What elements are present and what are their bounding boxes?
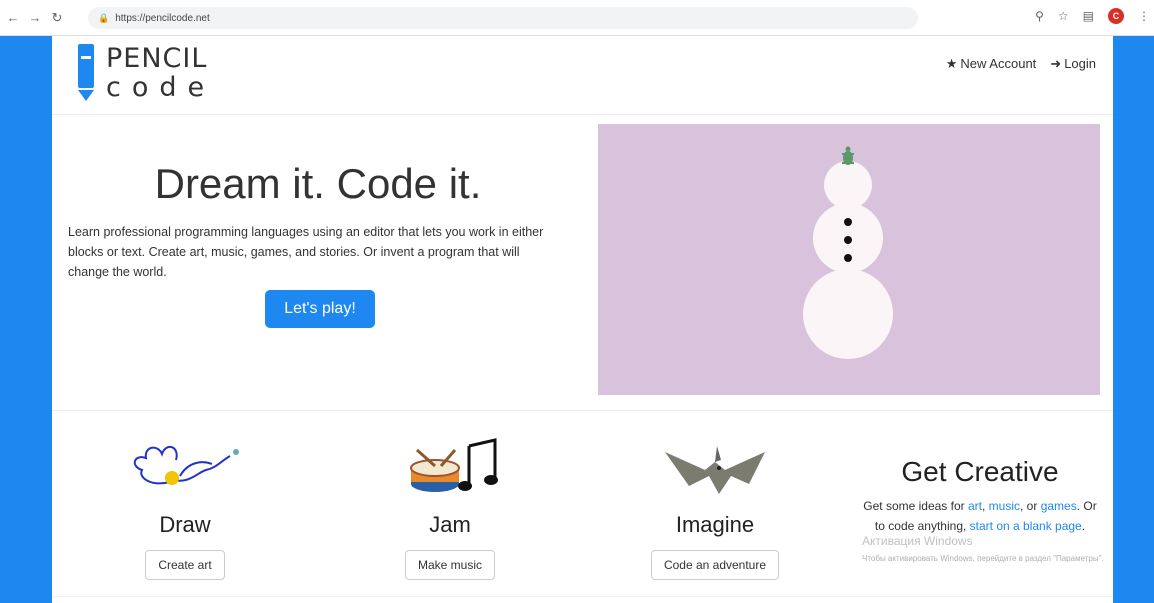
blank-page-link[interactable]: start on a blank page xyxy=(970,519,1082,533)
header-divider xyxy=(52,114,1113,115)
art-link[interactable]: art xyxy=(968,499,982,513)
hero-title: Dream it. Code it. xyxy=(154,160,482,207)
bookmark-star-icon[interactable]: ☆ xyxy=(1058,9,1069,23)
get-creative-title: Get Creative xyxy=(901,456,1059,487)
section-divider xyxy=(52,410,1113,411)
snowman-bottom xyxy=(803,269,893,359)
hero-description: Learn professional programming languages… xyxy=(68,225,544,279)
music-link[interactable]: music xyxy=(989,499,1020,513)
cast-icon[interactable]: ▤ xyxy=(1083,9,1094,23)
feature-title-draw: Draw xyxy=(159,512,211,537)
windows-activation-title: Активация Windows xyxy=(862,534,973,548)
new-account-link[interactable]: ★ New Account xyxy=(946,56,1037,72)
drum-and-note-icon xyxy=(380,432,520,504)
code-an-adventure-button[interactable]: Code an adventure xyxy=(650,550,780,580)
turtle-icon xyxy=(842,146,854,165)
menu-dots-icon[interactable]: ⋮ xyxy=(1138,9,1150,23)
sign-in-icon: ➜ xyxy=(1050,56,1062,71)
back-icon[interactable]: ← xyxy=(4,9,22,27)
url-text: https://pencilcode.net xyxy=(115,12,210,24)
feature-title-imagine: Imagine xyxy=(675,512,755,537)
feature-jam: Jam Make music xyxy=(380,432,520,580)
right-blue-margin xyxy=(1113,36,1154,603)
pencil-icon xyxy=(76,44,98,106)
snowman-button xyxy=(844,254,852,262)
pencilcode-logo[interactable]: PENCIL code xyxy=(76,44,215,106)
games-link[interactable]: games xyxy=(1041,499,1077,513)
create-art-button[interactable]: Create art xyxy=(145,550,225,580)
logo-line-pencil: PENCIL xyxy=(106,43,208,74)
forward-icon[interactable]: → xyxy=(26,9,44,27)
feature-draw: Draw Create art xyxy=(110,432,260,580)
snowman-button xyxy=(844,218,852,226)
get-creative-panel: Get Creative Get some ideas for art, mus… xyxy=(860,456,1100,536)
reload-icon[interactable]: ↻ xyxy=(48,9,66,27)
star-icon: ★ xyxy=(945,56,958,71)
get-creative-text: Get some ideas for art, music, or games.… xyxy=(863,499,1097,533)
feature-imagine: Imagine Code an adventure xyxy=(630,432,800,580)
windows-activation-subtitle: Чтобы активировать Windows, перейдите в … xyxy=(862,554,1104,563)
flower-drawing-icon xyxy=(110,432,260,504)
login-link[interactable]: ➜ Login xyxy=(1050,56,1096,72)
bottom-divider xyxy=(52,596,1113,597)
zoom-icon[interactable]: ⚲ xyxy=(1035,9,1044,23)
make-music-button[interactable]: Make music xyxy=(404,550,495,580)
address-bar[interactable]: 🔒 https://pencilcode.net xyxy=(88,7,918,29)
logo-line-code: code xyxy=(106,72,216,103)
lets-play-button[interactable]: Let's play! xyxy=(265,290,375,328)
dragon-icon xyxy=(630,432,800,504)
snowman-button xyxy=(844,236,852,244)
account-links: ★ New Account ➜ Login xyxy=(946,56,1096,72)
feature-title-jam: Jam xyxy=(429,512,471,537)
browser-actions: ⚲ ☆ ▤ C ⋮ xyxy=(1035,8,1150,24)
browser-toolbar: ← → ↻ 🔒 https://pencilcode.net ⚲ ☆ ▤ C ⋮ xyxy=(0,0,1154,36)
left-blue-margin xyxy=(0,36,52,603)
lock-icon: 🔒 xyxy=(98,12,110,23)
snowman-head xyxy=(824,161,872,209)
profile-avatar[interactable]: C xyxy=(1108,8,1124,24)
snowman-canvas xyxy=(598,124,1100,395)
snowman-drawing xyxy=(803,146,893,359)
